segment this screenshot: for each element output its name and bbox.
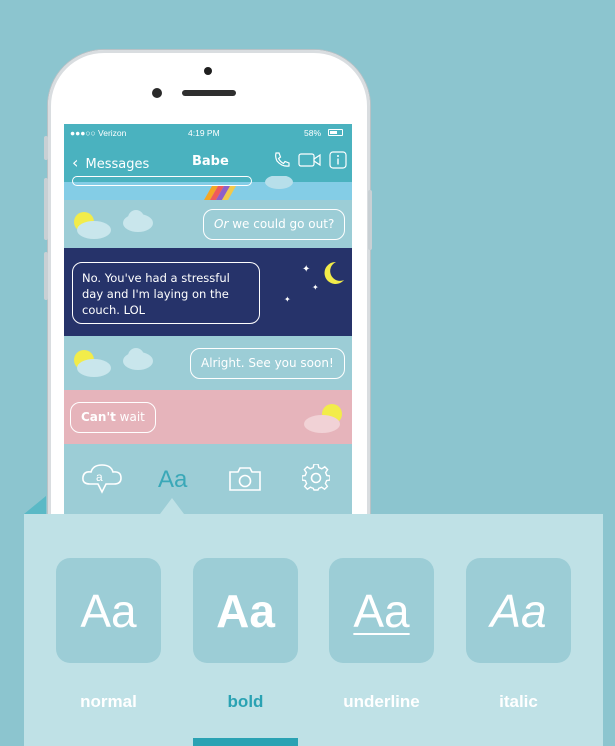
phone-screen: ●●●○○ Verizon 4:19 PM 58% ‹ Messages Bab… bbox=[64, 124, 352, 570]
svg-text:✦: ✦ bbox=[284, 295, 291, 304]
message-line: day and I'm laying on the bbox=[82, 287, 229, 301]
rainbow-icon bbox=[204, 186, 236, 200]
sensor-icon bbox=[152, 88, 162, 98]
sticker-icon[interactable]: a bbox=[80, 462, 124, 496]
chat-bubble-outgoing: Or we could go out? bbox=[203, 209, 346, 240]
phone-call-icon[interactable] bbox=[272, 150, 292, 170]
panel-pointer bbox=[160, 498, 184, 514]
gear-icon[interactable] bbox=[302, 464, 330, 492]
style-sample: Aa bbox=[216, 584, 275, 637]
style-sample: Aa bbox=[353, 584, 410, 637]
message-text: we could go out? bbox=[228, 217, 335, 231]
mute-switch bbox=[44, 136, 48, 160]
conversation-title: Babe bbox=[192, 154, 229, 169]
moon-stars-icon: ✦ ✦ ✦ bbox=[284, 261, 344, 304]
style-label-normal[interactable]: normal bbox=[56, 692, 161, 712]
video-call-icon[interactable] bbox=[298, 151, 322, 169]
style-card-normal[interactable]: Aa bbox=[56, 558, 161, 663]
sun-cloud-icon bbox=[74, 212, 111, 239]
status-time: 4:19 PM bbox=[188, 128, 220, 138]
cloud-icon bbox=[123, 348, 153, 370]
svg-text:✦: ✦ bbox=[312, 283, 319, 292]
style-label-bold[interactable]: bold bbox=[193, 692, 298, 712]
chat-bubble-outgoing: Alright. See you soon! bbox=[190, 348, 345, 379]
back-button[interactable]: ‹ Messages bbox=[72, 153, 149, 172]
message-band-sky: Alright. See you soon! bbox=[64, 336, 352, 390]
back-label: Messages bbox=[85, 157, 150, 172]
earpiece-speaker bbox=[182, 90, 236, 96]
message-band-night: No. You've had a stressful day and I'm l… bbox=[64, 248, 352, 336]
message-band-partial bbox=[64, 176, 352, 200]
message-line: No. You've had a stressful bbox=[82, 271, 230, 285]
sun-cloud-icon bbox=[304, 404, 342, 433]
volume-down-button bbox=[44, 252, 48, 300]
svg-text:✦: ✦ bbox=[302, 264, 310, 275]
power-button bbox=[368, 190, 372, 250]
chevron-left-icon: ‹ bbox=[72, 153, 79, 172]
text-style-icon[interactable]: Aa bbox=[158, 466, 187, 494]
front-camera-icon bbox=[204, 67, 212, 75]
selected-style-indicator bbox=[193, 738, 298, 746]
message-emphasis: Or bbox=[214, 217, 229, 231]
cloud-icon bbox=[265, 176, 293, 189]
info-icon[interactable] bbox=[328, 150, 348, 170]
message-band-pink: Can't wait bbox=[64, 390, 352, 444]
compose-toolbar: a Aa bbox=[64, 444, 352, 522]
style-sample: Aa bbox=[80, 584, 137, 637]
style-card-bold[interactable]: Aa bbox=[193, 558, 298, 663]
chat-bubble-incoming: No. You've had a stressful day and I'm l… bbox=[72, 262, 260, 324]
message-text: wait bbox=[115, 410, 145, 424]
sun-cloud-icon bbox=[74, 350, 111, 377]
battery-icon bbox=[328, 129, 343, 136]
status-bar: ●●●○○ Verizon 4:19 PM 58% bbox=[64, 124, 352, 142]
style-card-underline[interactable]: Aa bbox=[329, 558, 434, 663]
style-label-underline[interactable]: underline bbox=[329, 692, 434, 712]
cloud-icon bbox=[123, 210, 153, 232]
message-line: couch. LOL bbox=[82, 303, 146, 317]
chat-bubble-incoming: Can't wait bbox=[70, 402, 156, 433]
carrier: ●●●○○ Verizon bbox=[70, 128, 127, 138]
camera-icon[interactable] bbox=[228, 466, 262, 492]
style-label-italic[interactable]: italic bbox=[466, 692, 571, 712]
volume-up-button bbox=[44, 178, 48, 240]
style-card-italic[interactable]: Aa bbox=[466, 558, 571, 663]
message-band-sky: Or we could go out? bbox=[64, 200, 352, 248]
svg-text:a: a bbox=[96, 470, 103, 484]
message-emphasis: Can't bbox=[81, 410, 116, 424]
battery-percent: 58% bbox=[304, 128, 322, 138]
panel-fold bbox=[24, 496, 46, 514]
style-sample: Aa bbox=[490, 584, 547, 637]
